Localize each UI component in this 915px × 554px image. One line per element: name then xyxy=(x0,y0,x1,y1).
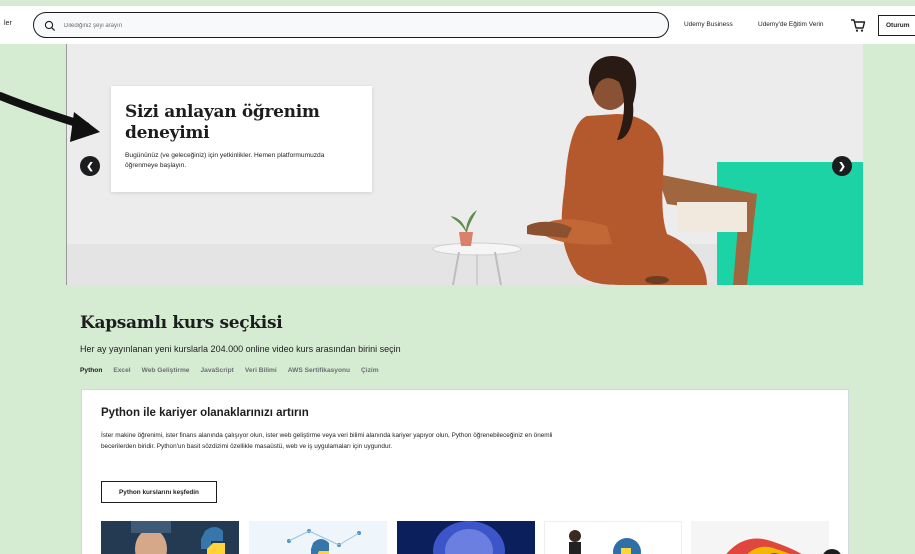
hero-title: Sizi anlayan öğrenim deneyimi xyxy=(125,102,320,143)
top-header: ler Udemy Business Udemy'de Eğitim Verin… xyxy=(0,6,915,44)
chevron-right-icon[interactable]: ❯ xyxy=(832,156,852,176)
search-input[interactable] xyxy=(64,18,644,33)
tab-excel[interactable]: Excel xyxy=(113,367,130,374)
category-tabs: Python Excel Web Geliştirme JavaScript V… xyxy=(80,367,379,374)
hero-text: Bugününüz (ve geleceğiniz) için yetkinli… xyxy=(125,152,325,169)
search-icon xyxy=(44,20,56,32)
course-thumbnail[interactable] xyxy=(249,521,387,554)
course-image xyxy=(101,521,239,554)
cart-icon[interactable] xyxy=(850,17,866,33)
course-image xyxy=(691,521,829,554)
course-thumbnail[interactable] xyxy=(691,521,829,554)
tab-javascript[interactable]: JavaScript xyxy=(200,367,233,374)
udemy-business-link[interactable]: Udemy Business xyxy=(684,21,733,28)
annotation-arrow-icon xyxy=(0,92,100,142)
tab-web-development[interactable]: Web Geliştirme xyxy=(142,367,190,374)
featured-topic-box: Python ile kariyer olanaklarınızı artırı… xyxy=(81,389,849,554)
featured-text: İster makine öğrenimi, ister finans alan… xyxy=(101,432,553,450)
course-image xyxy=(249,521,387,554)
course-thumbnail[interactable] xyxy=(397,521,535,554)
tab-aws-certification[interactable]: AWS Sertifikasyonu xyxy=(288,367,350,374)
chevron-left-icon[interactable]: ❮ xyxy=(80,156,100,176)
section-subtitle: Her ay yayınlanan yeni kurslarla 204.000… xyxy=(80,344,401,354)
course-image xyxy=(545,522,681,554)
login-button[interactable]: Oturum xyxy=(878,15,915,36)
section-title: Kapsamlı kurs seçkisi xyxy=(80,313,283,333)
tab-python[interactable]: Python xyxy=(80,367,102,374)
hero-banner: Sizi anlayan öğrenim deneyimi Bugününüz … xyxy=(66,44,863,285)
teach-on-udemy-link[interactable]: Udemy'de Eğitim Verin xyxy=(758,21,824,28)
course-thumbnail[interactable] xyxy=(544,521,682,554)
hero-card: Sizi anlayan öğrenim deneyimi Bugününüz … xyxy=(111,86,372,192)
categories-link[interactable]: ler xyxy=(4,20,12,27)
search-bar[interactable] xyxy=(33,12,669,38)
page: ler Udemy Business Udemy'de Eğitim Verin… xyxy=(0,0,915,554)
explore-python-button[interactable]: Python kurslarını keşfedin xyxy=(101,481,217,503)
course-image xyxy=(397,521,535,554)
course-thumbnail[interactable] xyxy=(101,521,239,554)
tab-drawing[interactable]: Çizim xyxy=(361,367,379,374)
tab-data-science[interactable]: Veri Bilimi xyxy=(245,367,277,374)
featured-title: Python ile kariyer olanaklarınızı artırı… xyxy=(101,407,309,419)
